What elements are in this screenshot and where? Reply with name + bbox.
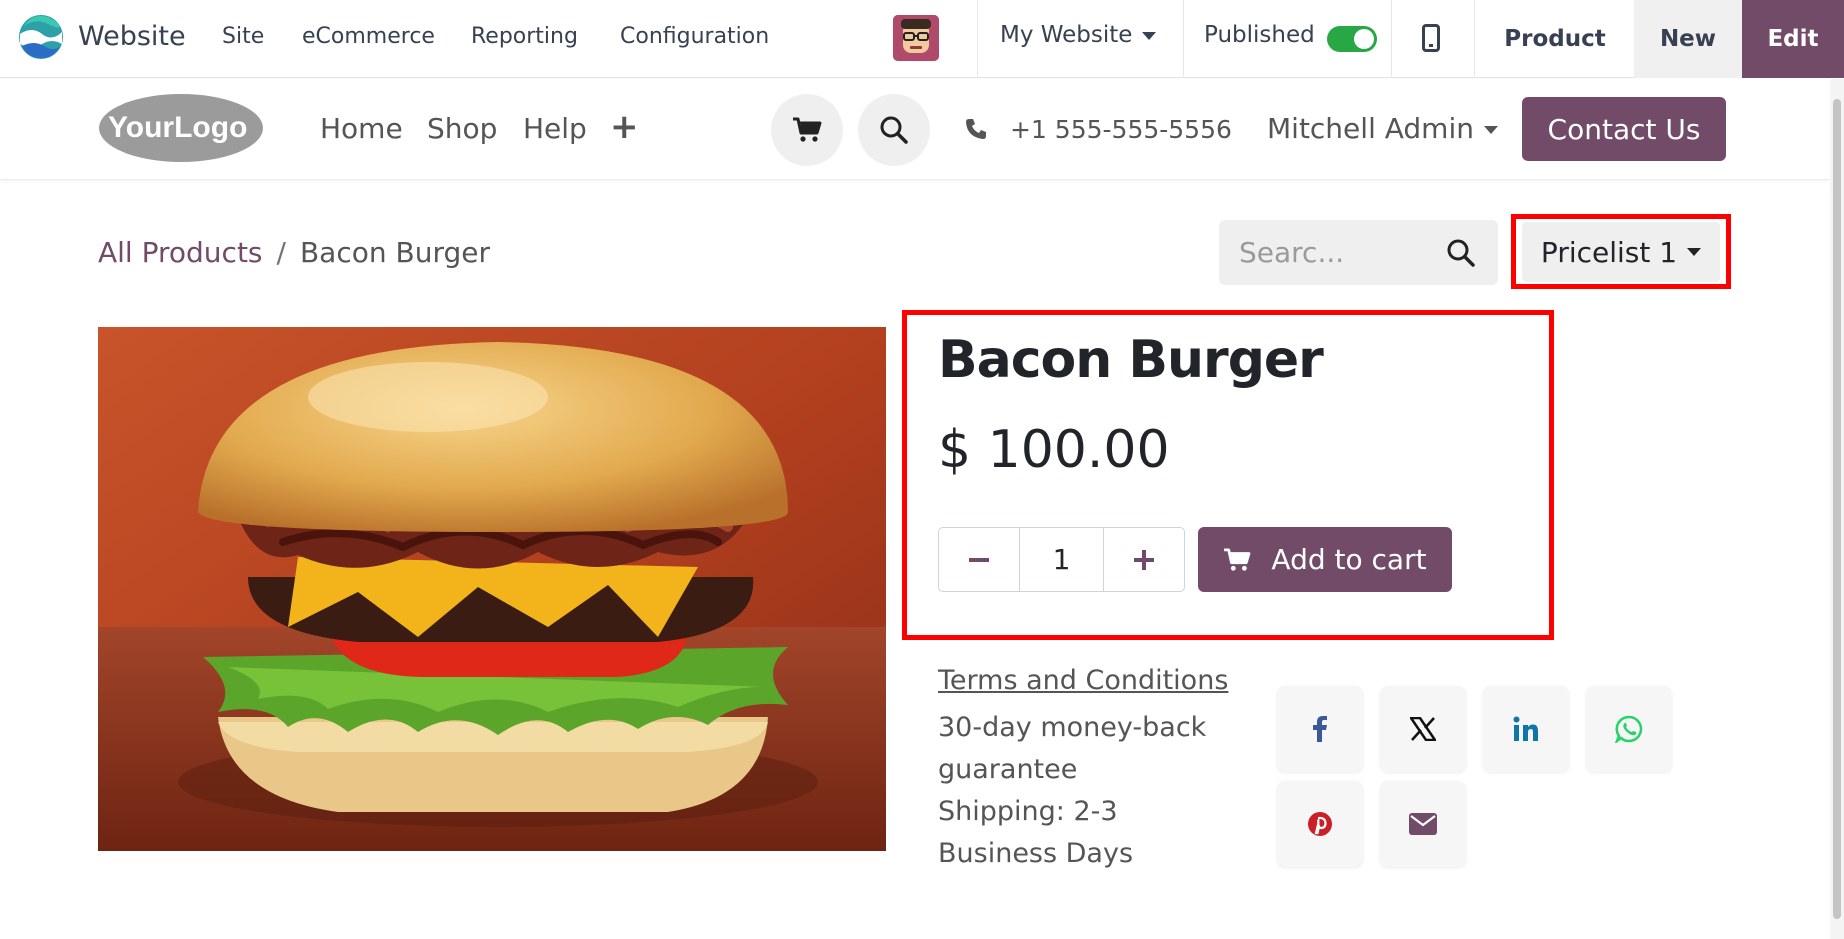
quantity-stepper: [938, 527, 1185, 592]
quantity-input[interactable]: [1019, 528, 1104, 591]
app-name[interactable]: Website: [78, 21, 186, 52]
product-image[interactable]: [98, 327, 886, 851]
product-button[interactable]: Product: [1476, 0, 1634, 78]
breadcrumb-all-products[interactable]: All Products: [98, 236, 263, 269]
search-toggle-button[interactable]: [858, 94, 930, 166]
mobile-preview-icon[interactable]: [1422, 24, 1440, 52]
divider: [1183, 0, 1184, 78]
caret-down-icon: [1142, 31, 1157, 40]
published-toggle[interactable]: [1327, 26, 1377, 52]
website-selector-label: My Website: [1000, 22, 1133, 48]
share-email-button[interactable]: [1380, 781, 1466, 867]
search-icon[interactable]: [1446, 238, 1476, 268]
money-back-guarantee-text: 30-day money-back guarantee: [938, 712, 1207, 785]
cart-icon: [1224, 547, 1251, 571]
admin-bar: Website Site eCommerce Reporting Configu…: [0, 0, 1844, 78]
user-avatar[interactable]: [893, 15, 939, 61]
caret-down-icon: [1483, 126, 1498, 134]
site-navbar: YourLogo Home Shop Help + +1 555-555-555…: [0, 79, 1830, 180]
caret-down-icon: [1687, 248, 1702, 256]
minus-icon: [969, 557, 989, 562]
divider: [1474, 0, 1475, 78]
nav-help[interactable]: Help: [523, 112, 587, 145]
product-title: Bacon Burger: [938, 330, 1324, 390]
product-search-input[interactable]: [1239, 234, 1439, 270]
divider: [977, 0, 978, 78]
share-linkedin-button[interactable]: [1483, 686, 1569, 772]
edit-button[interactable]: Edit: [1742, 0, 1844, 78]
your-logo[interactable]: YourLogo: [98, 93, 264, 163]
published-label: Published: [1204, 22, 1315, 48]
product-search-box: [1219, 220, 1498, 285]
decrease-quantity-button[interactable]: [939, 528, 1019, 591]
scrollbar-thumb[interactable]: [1833, 99, 1841, 919]
phone-icon: [966, 119, 986, 139]
whatsapp-icon: [1615, 715, 1643, 743]
menu-ecommerce[interactable]: eCommerce: [302, 24, 435, 49]
add-to-cart-button[interactable]: Add to cart: [1198, 527, 1452, 592]
menu-configuration[interactable]: Configuration: [620, 24, 769, 49]
breadcrumb-current: Bacon Burger: [299, 236, 490, 269]
breadcrumb: All Products / Bacon Burger: [98, 236, 490, 269]
pricelist-label: Pricelist 1: [1540, 235, 1678, 269]
website-selector[interactable]: My Website: [1000, 22, 1157, 48]
user-name: Mitchell Admin: [1267, 112, 1474, 145]
menu-site[interactable]: Site: [222, 24, 264, 49]
page-scrollbar[interactable]: [1830, 79, 1844, 939]
user-menu[interactable]: Mitchell Admin: [1267, 112, 1498, 145]
website-app-icon[interactable]: [18, 14, 64, 60]
facebook-icon: [1313, 716, 1327, 742]
cart-button[interactable]: [771, 94, 843, 166]
divider: [1391, 0, 1392, 78]
share-facebook-button[interactable]: [1277, 686, 1363, 772]
phone-number[interactable]: +1 555-555-5556: [1010, 115, 1232, 144]
increase-quantity-button[interactable]: [1104, 528, 1184, 591]
add-to-cart-label: Add to cart: [1271, 543, 1427, 576]
x-icon: [1410, 717, 1436, 741]
email-icon: [1409, 813, 1437, 835]
new-button[interactable]: New: [1634, 0, 1742, 78]
pricelist-dropdown[interactable]: Pricelist 1: [1522, 222, 1720, 282]
share-pinterest-button[interactable]: [1277, 781, 1363, 867]
product-price: $ 100.00: [938, 420, 1170, 480]
cart-icon: [793, 117, 822, 142]
share-x-button[interactable]: [1380, 686, 1466, 772]
nav-home[interactable]: Home: [320, 112, 403, 145]
logo-text-your: YourLogo: [108, 111, 247, 144]
terms-and-conditions-link[interactable]: Terms and Conditions: [938, 665, 1228, 696]
breadcrumb-separator: /: [276, 236, 286, 269]
nav-shop[interactable]: Shop: [427, 112, 497, 145]
contact-us-button[interactable]: Contact Us: [1522, 97, 1726, 161]
share-whatsapp-button[interactable]: [1586, 686, 1672, 772]
add-menu-item-icon[interactable]: +: [610, 107, 639, 147]
plus-icon: [1134, 549, 1154, 570]
toggle-knob: [1354, 29, 1374, 49]
search-icon: [880, 116, 908, 144]
pinterest-icon: [1308, 812, 1332, 836]
shipping-info-text: Shipping: 2-3 Business Days: [938, 796, 1134, 869]
menu-reporting[interactable]: Reporting: [471, 24, 578, 49]
linkedin-icon: [1513, 716, 1538, 741]
